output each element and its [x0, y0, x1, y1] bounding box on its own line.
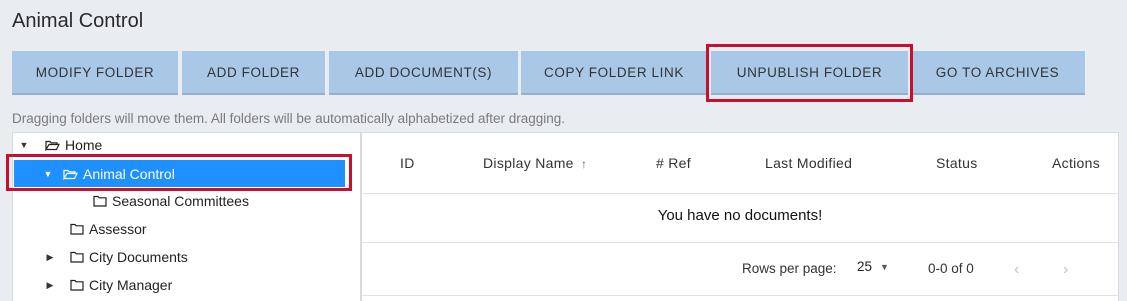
folder-icon	[70, 279, 84, 291]
empty-message: You have no documents!	[657, 207, 823, 224]
folder-icon	[70, 251, 84, 263]
unpublish-folder-button[interactable]: UNPUBLISH FOLDER	[711, 51, 908, 95]
copy-folder-link-button[interactable]: COPY FOLDER LINK	[521, 51, 707, 95]
rows-per-page-label: Rows per page:	[742, 261, 837, 276]
pagination-range: 0-0 of 0	[928, 261, 974, 276]
column-header-last-modified[interactable]: Last Modified	[765, 155, 852, 171]
caret-right-icon[interactable]: ▶	[43, 252, 57, 263]
caret-down-icon[interactable]: ▼	[17, 140, 31, 150]
tree-label-city-manager: City Manager	[89, 277, 173, 293]
modify-folder-button[interactable]: MODIFY FOLDER	[12, 51, 178, 95]
tree-label-seasonal: Seasonal Committees	[112, 193, 249, 209]
dropdown-arrow-icon: ▼	[880, 261, 889, 272]
column-header-ref[interactable]: # Ref	[656, 155, 691, 171]
tree-node-seasonal-committees[interactable]: Seasonal Committees	[93, 189, 249, 213]
column-header-display-name-label: Display Name	[483, 155, 574, 171]
add-folder-button[interactable]: ADD FOLDER	[182, 51, 325, 95]
add-documents-button[interactable]: ADD DOCUMENT(S)	[329, 51, 518, 95]
next-page-icon[interactable]: ›	[1063, 261, 1068, 279]
tree-label-animal-control: Animal Control	[83, 165, 175, 182]
drag-hint: Dragging folders will move them. All fol…	[12, 111, 566, 126]
folder-icon	[70, 223, 84, 235]
table-divider	[362, 242, 1118, 243]
tree-node-animal-control[interactable]: ▼ Animal Control	[14, 160, 345, 187]
caret-right-icon[interactable]: ▶	[43, 280, 57, 291]
column-header-id[interactable]: ID	[400, 155, 415, 171]
folder-tree: ▼ Home ▼ Animal Control Seasonal Committ…	[12, 132, 361, 301]
column-header-status[interactable]: Status	[936, 155, 978, 171]
tree-label-home: Home	[65, 137, 103, 153]
go-to-archives-button[interactable]: GO TO ARCHIVES	[910, 51, 1085, 95]
table-footer-line	[362, 295, 1118, 296]
tree-node-assessor[interactable]: Assessor	[70, 217, 147, 241]
rows-per-page-select[interactable]: 25 ▼	[857, 259, 889, 274]
tree-node-city-documents[interactable]: ▶ City Documents	[43, 245, 188, 269]
folder-open-icon	[63, 168, 78, 180]
column-header-display-name[interactable]: Display Name ↑	[483, 155, 587, 171]
tree-node-city-manager[interactable]: ▶ City Manager	[43, 273, 173, 297]
tree-label-assessor: Assessor	[89, 221, 147, 237]
sort-ascending-icon: ↑	[580, 157, 588, 171]
caret-down-icon[interactable]: ▼	[41, 169, 55, 179]
folder-open-icon	[45, 139, 60, 151]
column-header-actions: Actions	[1052, 155, 1101, 171]
folder-icon	[93, 195, 107, 207]
previous-page-icon[interactable]: ‹	[1014, 261, 1019, 279]
rows-per-page-value: 25	[857, 259, 873, 274]
tree-node-home[interactable]: ▼ Home	[17, 133, 103, 157]
page-title: Animal Control	[12, 10, 144, 32]
table-header: ID Display Name ↑ # Ref Last Modified St…	[362, 133, 1118, 194]
documents-table: ID Display Name ↑ # Ref Last Modified St…	[361, 132, 1119, 301]
tree-label-city-documents: City Documents	[89, 249, 188, 265]
